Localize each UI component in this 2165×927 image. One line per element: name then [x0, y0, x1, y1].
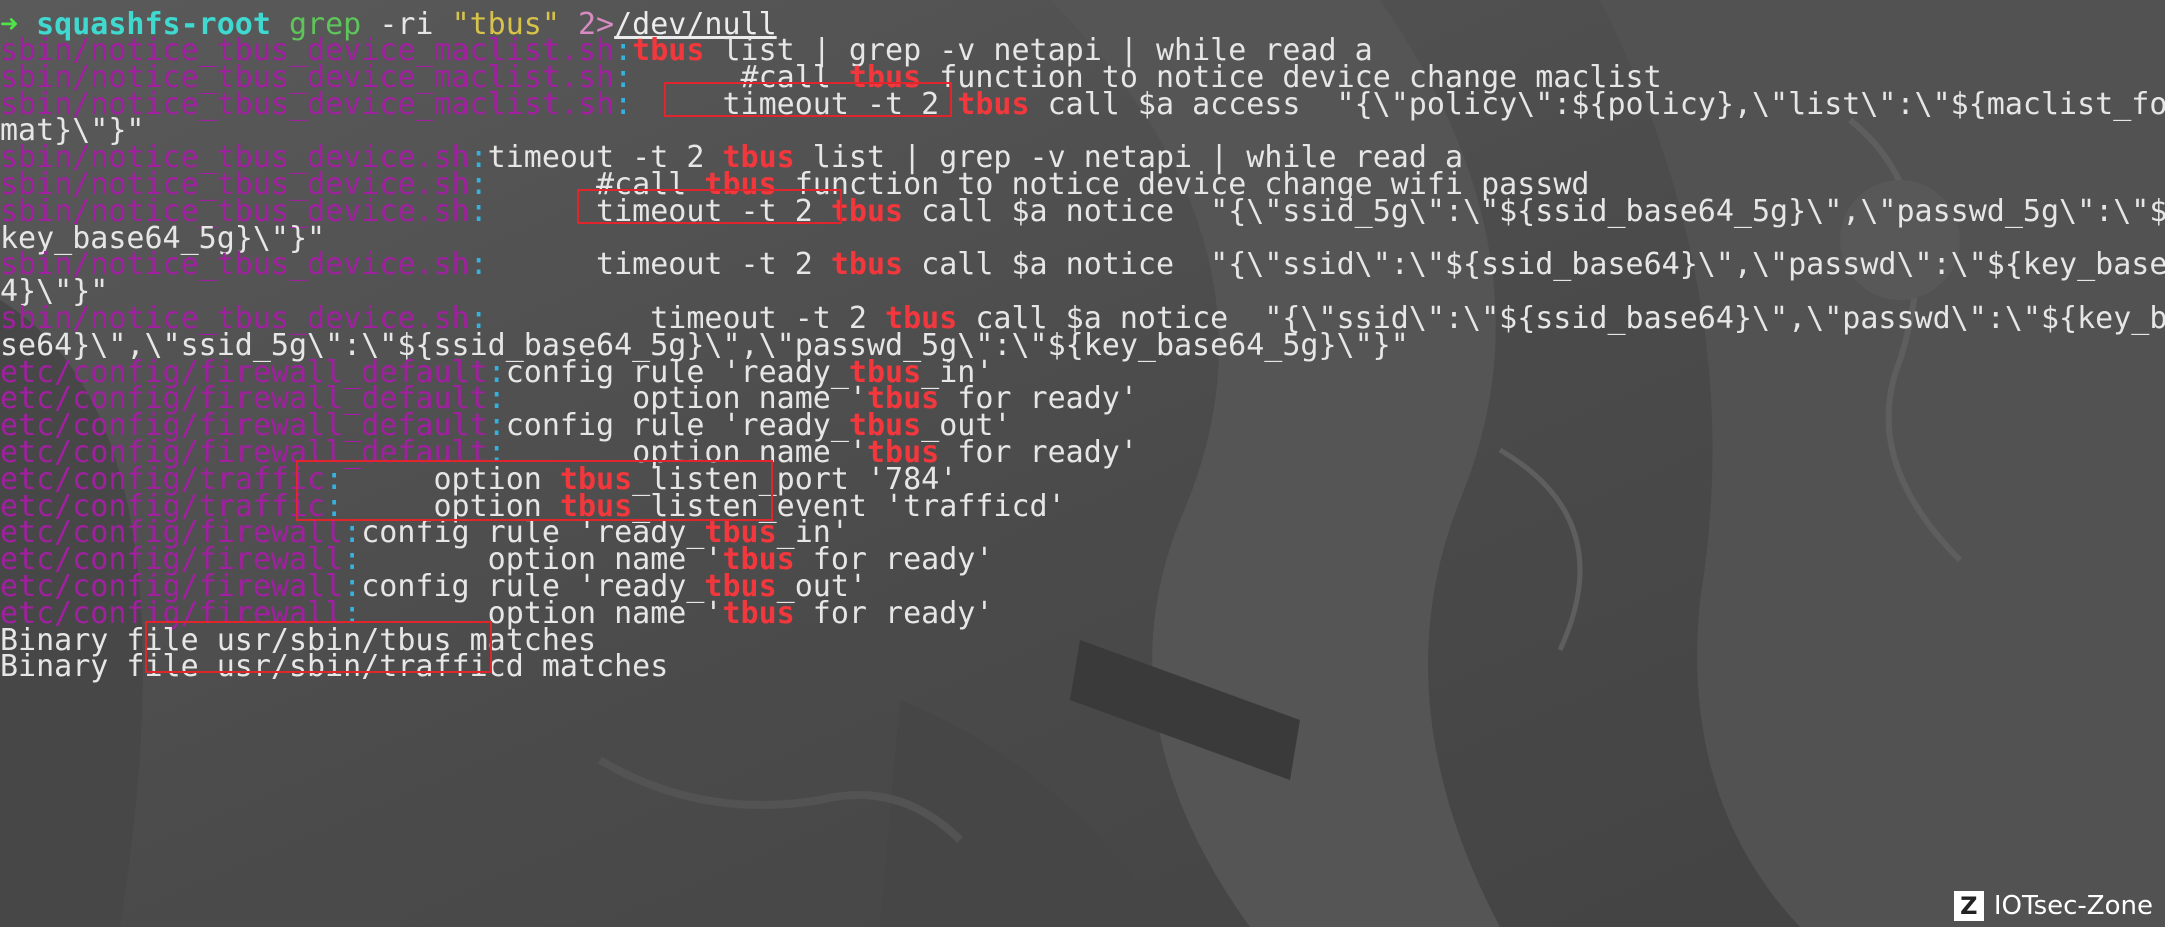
- highlight-box-binary-matches: [145, 621, 492, 673]
- line-text: for ready': [939, 435, 1138, 470]
- match-highlight: tbus: [830, 247, 904, 283]
- watermark-text: IOTsec-Zone: [1993, 891, 2153, 921]
- grep-result-line: sbin/notice_tbus_device.sh: timeout -t 2…: [0, 246, 2165, 283]
- watermark: Z IOTsec-Zone: [1953, 891, 2153, 921]
- line-text: call $a access "{\"policy\":${policy},\"…: [1029, 86, 2165, 122]
- path-separator: :: [469, 247, 488, 283]
- highlight-box-tbus-notice: [577, 189, 842, 224]
- highlight-box-traffic-options: [296, 460, 773, 521]
- line-text: timeout -t 2: [487, 247, 831, 283]
- match-highlight: tbus: [957, 86, 1030, 122]
- path-separator: :: [614, 86, 633, 122]
- line-text: call $a notice "{\"ssid\":\"${ssid_base6…: [903, 247, 2165, 283]
- grep-result-line: sbin/notice_tbus_device_maclist.sh: time…: [0, 86, 2165, 123]
- line-text: call $a notice "{\"ssid_5g\":\"${ssid_ba…: [903, 193, 2165, 229]
- highlight-box-tbus-access: [664, 82, 952, 117]
- path-separator: :: [469, 193, 488, 229]
- iotsec-logo-icon: Z: [1953, 891, 1984, 921]
- line-text: for ready': [794, 595, 994, 631]
- match-highlight: tbus: [722, 595, 795, 631]
